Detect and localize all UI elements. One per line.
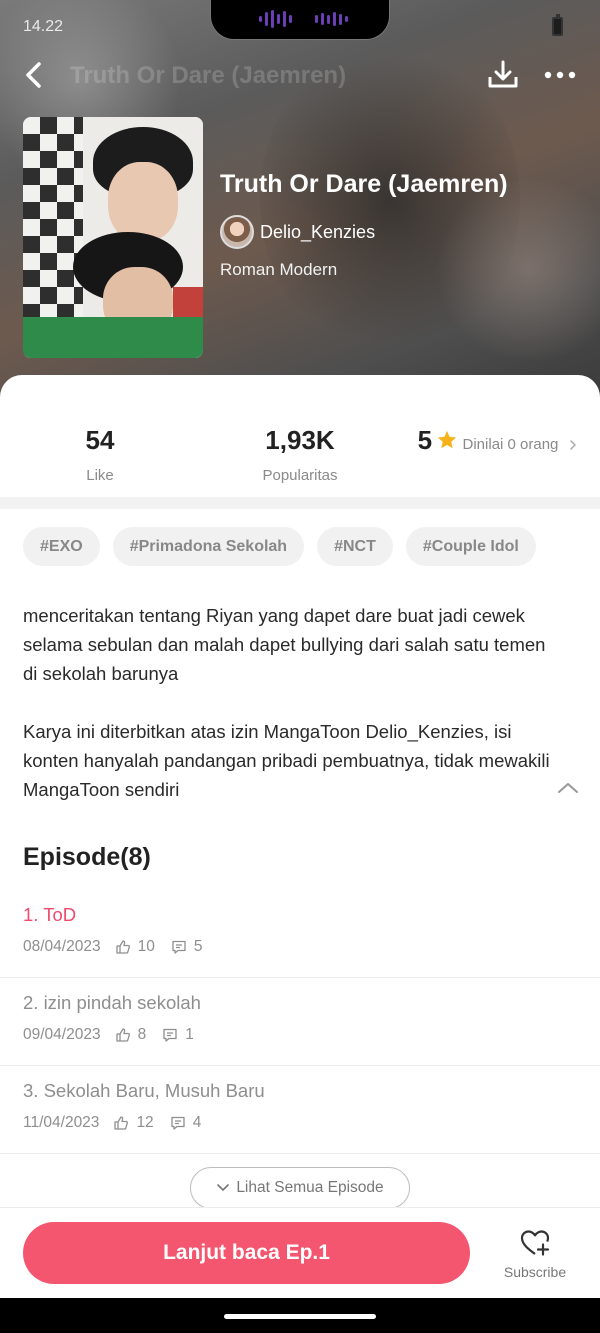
heart-plus-icon [520,1230,550,1256]
subscribe-button[interactable]: Subscribe [495,1228,575,1282]
tag-chip[interactable]: #Primadona Sekolah [112,527,305,566]
episode-list: 1. ToD 08/04/2023 10 5 2. izin pindah se… [0,890,600,1154]
author-avatar [220,215,254,249]
book-title: Truth Or Dare (Jaemren) [220,170,508,198]
tag-chip[interactable]: #EXO [23,527,100,566]
comment-icon [163,1028,177,1042]
episode-row[interactable]: 1. ToD 08/04/2023 10 5 [0,890,600,978]
stat-popularity: 1,93K Popularitas [200,423,400,484]
continue-reading-label: Lanjut baca Ep.1 [163,1241,330,1264]
episode-row[interactable]: 3. Sekolah Baru, Musuh Baru 11/04/2023 1… [0,1066,600,1154]
tag-chip[interactable]: #Couple Idol [405,527,536,566]
back-arrow-icon[interactable] [18,58,52,92]
status-bar: 14.22 [0,0,600,50]
rating-value: 5 [417,425,433,455]
subscribe-label: Subscribe [503,1264,567,1280]
stat-rating[interactable]: 5 Dinilai 0 orang [398,423,598,457]
content-sheet: 54 Like 1,93K Popularitas 5 Dinilai 0 or… [0,375,600,1298]
section-divider [0,497,600,509]
more-options-icon[interactable] [542,60,578,90]
genre-label: Roman Modern [220,260,338,279]
chevron-up-icon[interactable] [555,778,581,798]
nav-title: Truth Or Dare (Jaemren) [70,62,347,89]
comment-icon [172,940,186,954]
likes-count: 54 [85,425,115,455]
view-all-episodes-label: Lihat Semua Episode [236,1179,384,1196]
episode-date: 09/04/2023 [23,1026,101,1043]
camera-notch [210,0,390,40]
episode-comments: 4 [192,1114,202,1131]
home-indicator [224,1314,376,1319]
tag-list: #EXO #Primadona Sekolah #NCT #Couple Ido… [23,527,536,566]
thumbs-up-icon [115,940,130,954]
view-all-episodes-button[interactable]: Lihat Semua Episode [190,1167,410,1209]
episode-date: 11/04/2023 [23,1114,100,1131]
episode-likes: 8 [137,1026,147,1043]
episode-row[interactable]: 2. izin pindah sekolah 09/04/2023 8 1 [0,978,600,1066]
episode-likes: 10 [137,938,155,955]
popularity-label: Popularitas [262,467,338,484]
comment-icon [171,1116,185,1130]
episode-comments: 1 [185,1026,194,1043]
hero-header: 14.22 Truth Or Dare (Jaemren) Truth Or D… [0,0,600,400]
episode-date: 08/04/2023 [23,938,101,955]
battery-icon [552,14,563,36]
star-icon [437,430,457,449]
download-icon[interactable] [486,58,520,92]
popularity-count: 1,93K [265,425,335,455]
author-link[interactable]: Delio_Kenzies [220,215,375,249]
thumbs-up-icon [115,1028,130,1042]
status-time: 14.22 [23,18,64,35]
tag-chip[interactable]: #NCT [317,527,393,566]
episode-likes: 12 [136,1114,154,1131]
author-name: Delio_Kenzies [260,221,376,242]
description-synopsis: menceritakan tentang Riyan yang dapet da… [23,605,546,684]
episode-title: 2. izin pindah sekolah [23,992,201,1013]
thumbs-up-icon [114,1116,129,1130]
chevron-down-icon [217,1184,230,1191]
bottom-action-bar: Lanjut baca Ep.1 Subscribe [0,1207,600,1298]
book-cover [23,117,203,358]
episode-heading: Episode(8) [23,843,151,871]
chevron-right-icon [570,439,577,450]
description: menceritakan tentang Riyan yang dapet da… [23,601,563,804]
episode-title: 1. ToD [23,904,77,925]
likes-label: Like [86,467,114,484]
stats-row: 54 Like 1,93K Popularitas 5 Dinilai 0 or… [0,375,600,497]
episode-comments: 5 [193,938,203,955]
continue-reading-button[interactable]: Lanjut baca Ep.1 [23,1222,470,1284]
description-notice: Karya ini diterbitkan atas izin MangaToo… [23,721,550,800]
stat-likes: 54 Like [0,423,200,484]
rating-label: Dinilai 0 orang [462,436,559,453]
episode-title: 3. Sekolah Baru, Musuh Baru [23,1080,265,1101]
